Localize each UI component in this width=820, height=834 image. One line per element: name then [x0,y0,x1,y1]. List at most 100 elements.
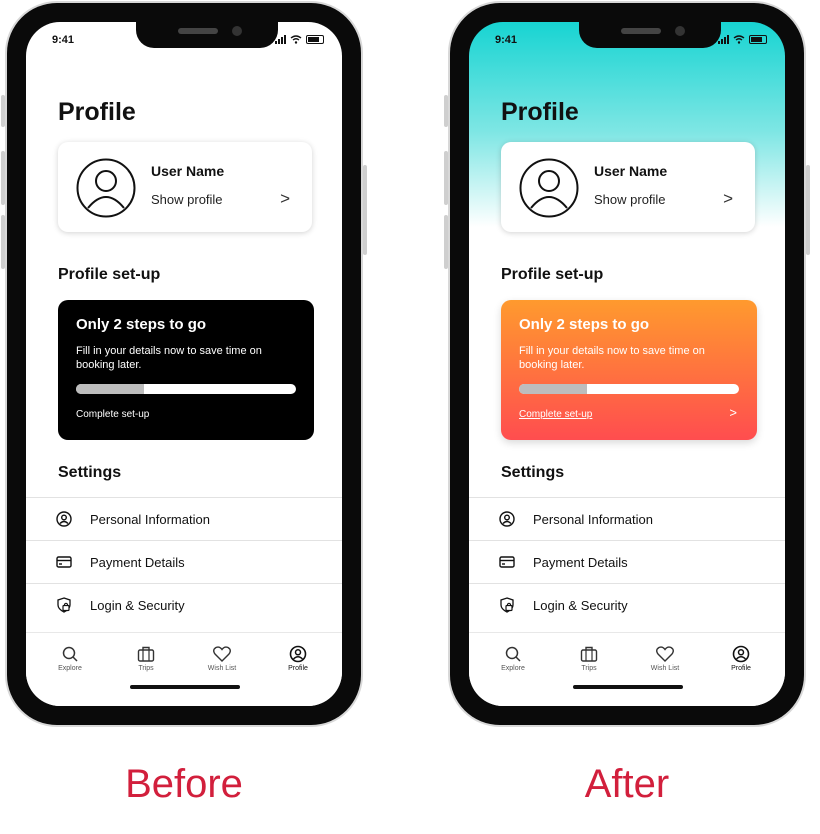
notch [579,22,721,48]
setup-chevron-icon[interactable]: > [729,405,737,420]
tab-label: Wish List [650,665,680,672]
tab-label: Profile [731,665,751,672]
settings-heading: Settings [501,464,565,481]
setup-progress-fill [519,384,588,394]
search-icon [62,646,78,662]
setup-progress-fill [76,384,145,394]
settings-item-personal-information[interactable]: Personal Information [469,497,785,540]
wifi-icon [290,35,302,44]
signal-icon [718,35,729,44]
page-title: Profile [58,98,136,126]
volume-down-button [444,215,448,269]
home-indicator[interactable] [573,685,683,689]
settings-item-label: Payment Details [533,555,628,570]
shield-lock-icon [500,597,514,613]
settings-item-label: Payment Details [90,555,185,570]
home-indicator[interactable] [130,685,240,689]
user-circle-icon [499,511,515,527]
profile-setup-card[interactable]: Only 2 steps to go Fill in your details … [58,300,314,440]
mute-switch [444,95,448,127]
mute-switch [1,95,5,127]
before-phone-mockup: 9:41 Profile User Name Show profile > Pr… [1,3,367,725]
after-caption: After [584,762,670,806]
tab-label: Trips [581,665,597,672]
show-profile-link[interactable]: Show profile [594,192,666,207]
settings-item-label: Login & Security [90,598,185,613]
power-button [363,165,367,255]
phone-screen: 9:41 Profile User Name Show profile > Pr… [26,22,342,706]
setup-card-description: Fill in your details now to save time on… [76,345,262,371]
volume-down-button [1,215,5,269]
show-profile-link[interactable]: Show profile [151,192,223,207]
settings-item-label: Personal Information [90,512,210,527]
briefcase-icon [137,646,155,662]
settings-item-payment-details[interactable]: Payment Details [26,540,342,583]
setup-card-description: Fill in your details now to save time on… [519,345,705,371]
phone-screen: 9:41 Profile User Name Show profile > Pr… [469,22,785,706]
settings-item-label: Login & Security [533,598,628,613]
tab-label: Explore [501,665,525,672]
status-icons [275,35,324,44]
status-time: 9:41 [52,34,75,46]
tab-label: Trips [138,665,154,672]
profile-setup-card[interactable]: Only 2 steps to go Fill in your details … [501,300,757,440]
settings-item-login-security[interactable]: Login & Security [26,583,342,626]
shield-lock-icon [57,597,71,613]
after-phone-mockup: 9:41 Profile User Name Show profile > Pr… [444,3,810,725]
battery-icon [306,35,324,44]
before-caption: Before [125,762,243,806]
settings-item-personal-information[interactable]: Personal Information [26,497,342,540]
complete-setup-link[interactable]: Complete set-up [519,409,592,420]
setup-progress-bar [76,384,296,394]
tab-trips[interactable]: Trips [559,645,619,672]
bottom-tab-bar: Explore Trips Wish List Profile [26,632,342,706]
tab-wish-list[interactable]: Wish List [192,645,252,672]
volume-up-button [444,151,448,205]
user-profile-card[interactable]: User Name Show profile > [58,142,312,232]
credit-card-icon [499,556,515,568]
tab-label: Wish List [207,665,237,672]
chevron-right-icon: > [280,189,290,208]
tab-label: Explore [58,665,82,672]
tab-profile[interactable]: Profile [711,645,771,672]
user-circle-icon [732,645,750,663]
search-icon [505,646,521,662]
setup-progress-bar [519,384,739,394]
wifi-icon [733,35,745,44]
status-time: 9:41 [495,34,518,46]
avatar-icon [76,158,136,218]
settings-item-login-security[interactable]: Login & Security [469,583,785,626]
user-profile-card[interactable]: User Name Show profile > [501,142,755,232]
notch [136,22,278,48]
volume-up-button [1,151,5,205]
signal-icon [275,35,286,44]
credit-card-icon [56,556,72,568]
settings-item-label: Personal Information [533,512,653,527]
heart-icon [656,646,674,662]
heart-icon [213,646,231,662]
chevron-right-icon: > [723,189,733,208]
setup-card-title: Only 2 steps to go [76,316,207,333]
user-name: User Name [151,163,225,179]
avatar-icon [519,158,579,218]
settings-item-payment-details[interactable]: Payment Details [469,540,785,583]
setup-card-title: Only 2 steps to go [519,316,650,333]
tab-explore[interactable]: Explore [40,645,100,672]
page-title: Profile [501,98,579,126]
user-circle-icon [56,511,72,527]
tab-wish-list[interactable]: Wish List [635,645,695,672]
tab-profile[interactable]: Profile [268,645,328,672]
tab-explore[interactable]: Explore [483,645,543,672]
briefcase-icon [580,646,598,662]
settings-heading: Settings [58,464,122,481]
user-name: User Name [594,163,668,179]
status-icons [718,35,767,44]
battery-icon [749,35,767,44]
tab-trips[interactable]: Trips [116,645,176,672]
tab-label: Profile [288,665,308,672]
complete-setup-link[interactable]: Complete set-up [76,409,149,420]
bottom-tab-bar: Explore Trips Wish List Profile [469,632,785,706]
power-button [806,165,810,255]
user-circle-icon [289,645,307,663]
profile-setup-heading: Profile set-up [501,266,604,283]
